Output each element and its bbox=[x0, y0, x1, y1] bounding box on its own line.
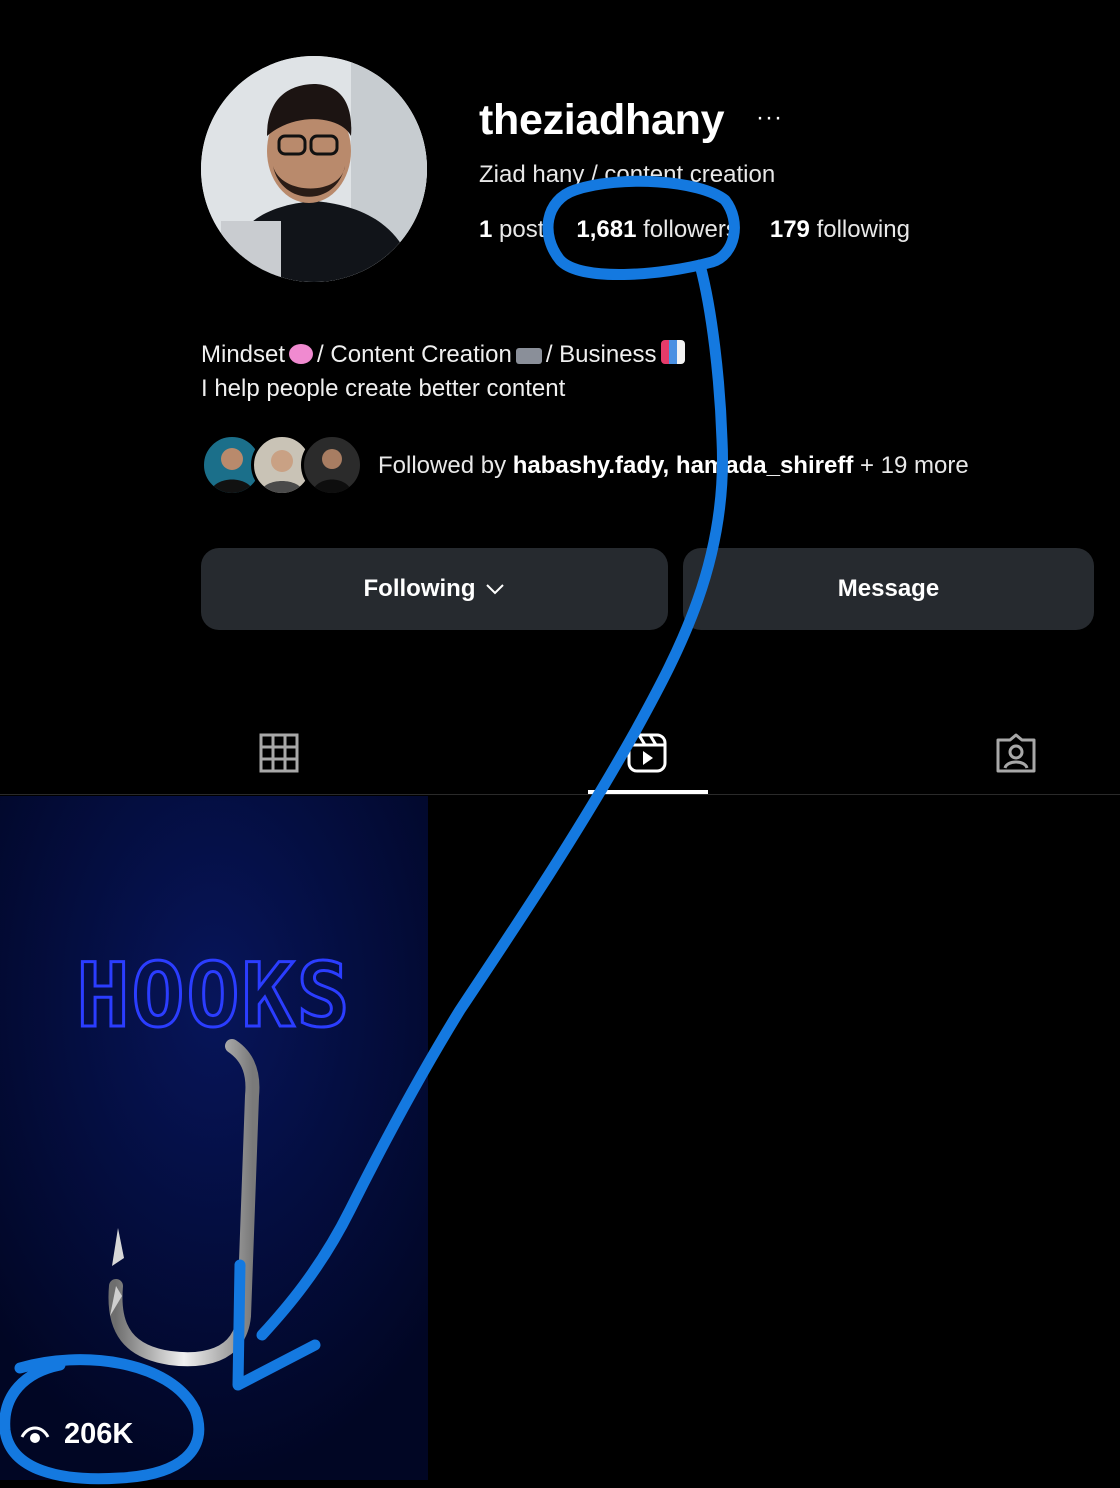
tagged-icon[interactable] bbox=[995, 732, 1037, 774]
reels-icon[interactable] bbox=[626, 732, 668, 774]
message-button-label: Message bbox=[837, 575, 940, 602]
followed-by-avatars[interactable] bbox=[201, 434, 366, 496]
chart-emoji-icon bbox=[660, 340, 685, 364]
bio-text: / Content Creation bbox=[317, 341, 512, 368]
hooks-title-art: HOOKS bbox=[77, 944, 352, 1047]
reel-views: 206K bbox=[20, 1418, 133, 1451]
profile-full-name: Ziad hany / content creation bbox=[479, 161, 776, 188]
reel-view-count: 206K bbox=[64, 1418, 134, 1450]
avatar bbox=[301, 434, 363, 496]
following-stat[interactable]: 179 following bbox=[770, 216, 910, 244]
chevron-down-icon bbox=[486, 584, 505, 595]
message-button[interactable]: Message bbox=[683, 548, 1094, 630]
bio-text: I help people create better content bbox=[201, 375, 566, 402]
profile-avatar[interactable] bbox=[201, 56, 427, 282]
grid-icon[interactable] bbox=[258, 732, 300, 774]
brain-emoji-icon bbox=[289, 344, 314, 364]
profile-bio: Mindset / Content Creation / Business I he… bbox=[201, 338, 689, 406]
eye-icon bbox=[20, 1426, 50, 1443]
profile-username: theziadhany bbox=[479, 96, 725, 144]
following-button-label: Following bbox=[363, 575, 476, 602]
posts-stat[interactable]: 1 post bbox=[479, 216, 544, 244]
hooks-artwork: HOOKS bbox=[0, 796, 428, 1480]
bio-text: Mindset bbox=[201, 341, 286, 368]
reel-thumbnail[interactable]: HOOKS bbox=[0, 796, 428, 1480]
followers-stat[interactable]: 1,681 followers bbox=[576, 216, 737, 244]
profile-stats: 1 post 1,681 followers 179 following bbox=[479, 216, 910, 244]
tabs-divider bbox=[0, 794, 1120, 795]
camera-emoji-icon bbox=[515, 348, 542, 364]
followed-by-text[interactable]: Followed by habashy.fady, hamada_shireff… bbox=[378, 452, 969, 480]
following-button[interactable]: Following bbox=[201, 548, 668, 630]
bio-text: / Business bbox=[545, 341, 657, 368]
more-options-icon[interactable]: ··· bbox=[756, 104, 783, 132]
